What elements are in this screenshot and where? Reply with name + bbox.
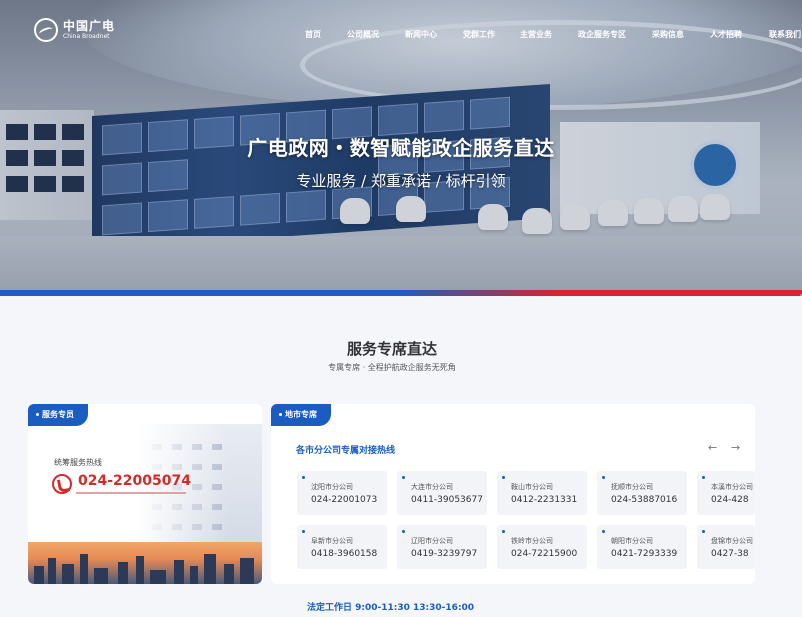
nav-careers[interactable]: 人才招聘 [710,29,769,40]
city-hotline-card[interactable]: 辽阳市分公司 0419-3239797 [397,525,487,569]
hotline-number[interactable]: 024-22005074 [78,473,191,489]
nav-news[interactable]: 新闻中心 [405,29,463,40]
service-specialist-tag: 服务专员 [28,404,88,426]
arrow-right-icon[interactable]: → [731,441,740,454]
hero-subtitle: 专业服务 / 郑重承诺 / 标杆引领 [296,172,506,190]
city-hotline-card[interactable]: 大连市分公司 0411-39053677 [397,471,487,515]
nav-enterprise-zone[interactable]: 政企服务专区 [578,29,652,40]
hotline-label: 统筹服务热线 [54,458,102,467]
section-subtitle: 专属专席 · 全程护航政企服务无死角 [328,363,456,372]
section-title: 服务专席直达 [346,340,437,358]
working-hours: 法定工作日 9:00-11:30 13:30-16:00 [307,603,475,613]
nav-business[interactable]: 主营业务 [520,29,578,40]
main-nav: 首页 公司概况 新闻中心 党群工作 主营业务 政企服务专区 采购信息 人才招聘 … [305,29,801,40]
nav-about[interactable]: 公司概况 [347,29,405,40]
logo-name-en: China Broadnet [63,32,110,40]
nav-procurement[interactable]: 采购信息 [652,29,710,40]
service-specialist-card: 服务专员 [28,404,262,584]
logo-name-cn: 中国广电 [63,18,116,33]
city-hotline-card[interactable]: 朝阳市分公司 0421-7293339 [597,525,687,569]
city-hotline-card[interactable]: 盘锦市分公司 0427-38 [697,525,755,569]
city-hotline-card[interactable]: 阜新市分公司 0418-3960158 [297,525,387,569]
city-hotline-card[interactable]: 鞍山市分公司 0412-2231331 [497,471,587,515]
nav-home[interactable]: 首页 [305,29,347,40]
city-hotline-card[interactable]: 抚顺市分公司 024-53887016 [597,471,687,515]
city-hotline-card[interactable]: 铁岭市分公司 024-72215900 [497,525,587,569]
broadnet-logo-icon [34,18,58,42]
city-hotline-card[interactable]: 本溪市分公司 024-428 [697,471,755,515]
city-specialist-tag: 地市专席 [271,404,331,426]
arrow-left-icon[interactable]: ← [708,441,717,454]
city-hotline-card[interactable]: 沈阳市分公司 024-22001073 [297,471,387,515]
nav-contact[interactable]: 联系我们 [769,29,801,40]
phone-icon [52,474,72,494]
hero-title: 广电政网・数智赋能政企服务直达 [247,136,555,160]
nav-party[interactable]: 党群工作 [463,29,520,40]
site-logo[interactable]: 中国广电 China Broadnet [34,18,115,42]
city-skyline-image [28,542,262,584]
city-hotlines-heading: 各市分公司专属对接热线 [296,446,396,456]
